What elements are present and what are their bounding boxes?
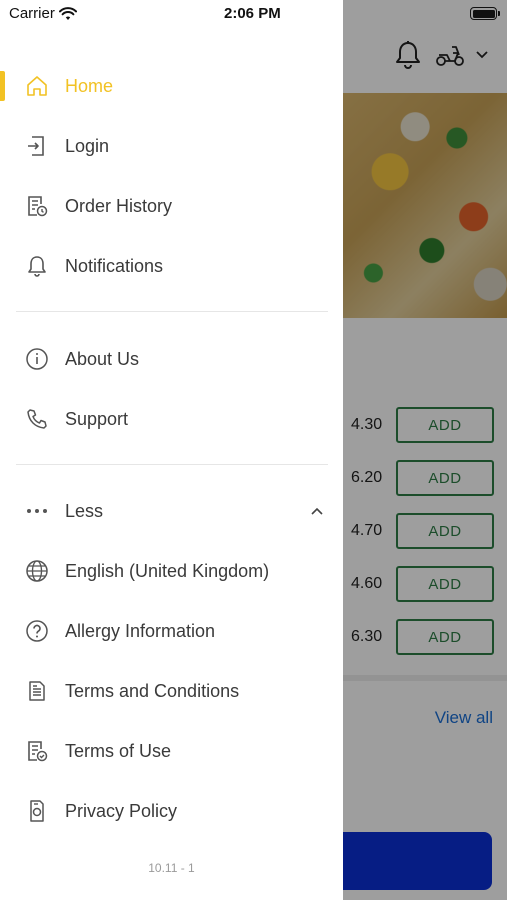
document-check-icon <box>24 738 50 764</box>
document-icon <box>24 678 50 704</box>
more-dots-icon <box>24 498 50 524</box>
drawer-item-label: Support <box>65 408 129 429</box>
drawer-item-label: Privacy Policy <box>65 800 178 821</box>
privacy-icon <box>24 798 50 824</box>
drawer-item-label: Login <box>65 135 110 156</box>
drawer-item-label: Notifications <box>65 255 164 276</box>
divider <box>16 311 328 312</box>
drawer-item-order-history[interactable]: Order History <box>0 181 343 231</box>
drawer-item-label: About Us <box>65 348 140 369</box>
login-icon <box>24 133 50 159</box>
status-bar: Carrier 2:06 PM <box>0 0 507 28</box>
drawer-item-allergy-information[interactable]: Allergy Information <box>0 606 343 656</box>
status-time: 2:06 PM <box>224 5 281 22</box>
drawer-item-label: Allergy Information <box>65 620 216 641</box>
drawer-item-support[interactable]: Support <box>0 394 343 444</box>
phone-icon <box>24 406 50 432</box>
divider <box>16 464 328 465</box>
globe-icon <box>24 558 50 584</box>
drawer-item-label: Terms of Use <box>65 740 172 761</box>
drawer-item-privacy-policy[interactable]: Privacy Policy <box>0 786 343 836</box>
drawer-item-label: Order History <box>65 195 173 216</box>
drawer-item-notifications[interactable]: Notifications <box>0 241 343 291</box>
drawer-item-label: Less <box>65 500 104 521</box>
wifi-icon <box>58 6 77 20</box>
drawer-item-language[interactable]: English (United Kingdom) <box>0 546 343 596</box>
drawer-item-label: Terms and Conditions <box>65 680 240 701</box>
drawer-item-terms-of-use[interactable]: Terms of Use <box>0 726 343 776</box>
order-history-icon <box>24 193 50 219</box>
battery-icon <box>470 7 500 20</box>
drawer-item-label: Home <box>65 75 114 96</box>
drawer-item-about-us[interactable]: About Us <box>0 334 343 384</box>
drawer-toggle-less[interactable]: Less <box>0 486 343 536</box>
navigation-drawer: Home Login Order History Notifications A… <box>0 0 343 900</box>
carrier: Carrier <box>9 5 77 22</box>
drawer-item-label: English (United Kingdom) <box>65 560 270 581</box>
question-icon <box>24 618 50 644</box>
carrier-label: Carrier <box>9 5 55 22</box>
info-icon <box>24 346 50 372</box>
drawer-item-terms-and-conditions[interactable]: Terms and Conditions <box>0 666 343 716</box>
drawer-item-login[interactable]: Login <box>0 121 343 171</box>
home-icon <box>24 73 50 99</box>
chevron-up-icon <box>307 501 327 521</box>
app-version: 10.11 - 1 <box>148 861 195 875</box>
bell-icon <box>24 253 50 279</box>
drawer-item-home[interactable]: Home <box>0 61 343 111</box>
